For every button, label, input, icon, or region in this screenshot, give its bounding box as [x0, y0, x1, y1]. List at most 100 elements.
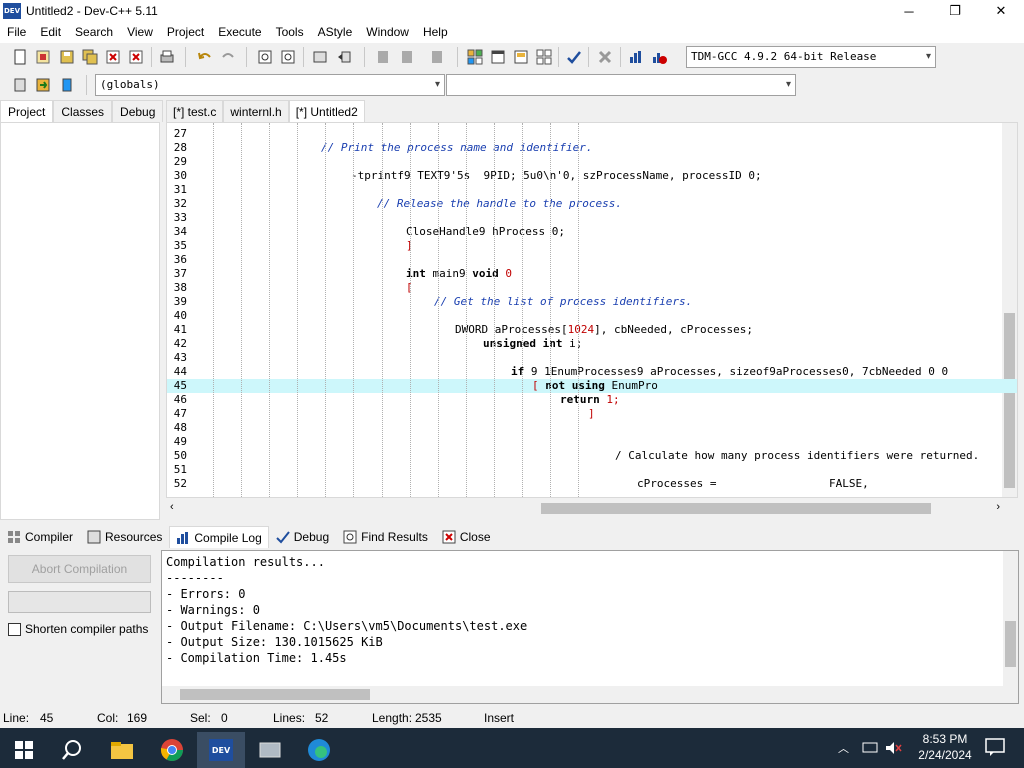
menu-view[interactable]: View	[120, 22, 160, 43]
check-syntax-icon[interactable]	[564, 47, 584, 67]
code-line[interactable]: 30 -tprintf9 TEXT9'5s 9PID; 5u0\n'0, szPr…	[167, 169, 1017, 183]
code-line[interactable]: 31	[167, 183, 1017, 197]
tab-winternl-h[interactable]: winternl.h	[223, 100, 289, 122]
close-file-icon[interactable]	[103, 47, 123, 67]
windows-start-icon[interactable]	[0, 732, 48, 768]
menu-project[interactable]: Project	[160, 22, 211, 43]
log-vertical-scrollbar[interactable]	[1003, 551, 1018, 687]
toggle-bookmark-icon[interactable]	[373, 47, 393, 67]
compile-log[interactable]: Compilation results... -------- - Errors…	[161, 550, 1019, 704]
code-line[interactable]: 49	[167, 435, 1017, 449]
code-line[interactable]: 32 // Release the handle to the process.	[167, 197, 1017, 211]
menu-window[interactable]: Window	[359, 22, 416, 43]
menu-file[interactable]: File	[0, 22, 33, 43]
window-icon[interactable]	[488, 47, 508, 67]
code-line[interactable]: 33	[167, 211, 1017, 225]
menu-execute[interactable]: Execute	[211, 22, 268, 43]
volume-muted-icon[interactable]	[885, 741, 903, 758]
goto-line-icon[interactable]	[427, 47, 447, 67]
insert-icon[interactable]	[10, 75, 30, 95]
redo-icon[interactable]	[218, 47, 238, 67]
code-line[interactable]: 41 DWORD aProcesses[1024], cbNeeded, cPro…	[167, 323, 1017, 337]
goto-icon[interactable]	[33, 75, 53, 95]
replace-icon[interactable]	[278, 47, 298, 67]
menu-help[interactable]: Help	[416, 22, 455, 43]
code-line[interactable]: 46 return 1;	[167, 393, 1017, 407]
tab-untitled2[interactable]: [*] Untitled2	[288, 100, 365, 122]
code-editor[interactable]: 27 28 // Print the process name and identi…	[166, 122, 1018, 498]
resource-icon[interactable]	[511, 47, 531, 67]
log-vertical-scroll-thumb[interactable]	[1005, 621, 1016, 667]
scope-select[interactable]: (globals) ▾	[95, 74, 445, 96]
tab-compiler[interactable]: Compiler	[0, 526, 80, 548]
maximize-button[interactable]: ❐	[932, 0, 978, 22]
abort-icon[interactable]	[595, 47, 615, 67]
code-line[interactable]: 28 // Print the process name and identifi…	[167, 141, 1017, 155]
tab-project[interactable]: Project	[0, 100, 54, 122]
search-icon[interactable]	[48, 732, 96, 768]
chrome-icon[interactable]	[148, 732, 196, 768]
unindent-icon[interactable]	[334, 47, 354, 67]
shorten-paths-checkbox[interactable]	[8, 622, 21, 636]
code-line[interactable]: 35]	[167, 239, 1017, 253]
close-all-icon[interactable]	[126, 47, 146, 67]
tab-debug-bottom[interactable]: Debug	[269, 526, 336, 548]
menu-astyle[interactable]: AStyle	[311, 22, 360, 43]
devcpp-taskbar-icon[interactable]: DEV	[197, 732, 245, 768]
tab-debug[interactable]: Debug	[112, 100, 164, 122]
log-horizontal-scroll-thumb[interactable]	[180, 689, 370, 700]
code-line[interactable]: 34 CloseHandle9 hProcess 0;	[167, 225, 1017, 239]
code-line[interactable]: 38[	[167, 281, 1017, 295]
tab-classes[interactable]: Classes	[53, 100, 113, 122]
project-new-icon[interactable]	[465, 47, 485, 67]
goto-bookmark-icon[interactable]	[397, 47, 417, 67]
editor-horizontal-scroll-thumb[interactable]	[541, 503, 931, 514]
code-line[interactable]: 42 unsigned int i;	[167, 337, 1017, 351]
shorten-paths-row[interactable]: Shorten compiler paths	[8, 622, 148, 636]
tab-compile-log[interactable]: Compile Log	[169, 526, 269, 548]
menu-tools[interactable]: Tools	[269, 22, 311, 43]
menu-edit[interactable]: Edit	[33, 22, 68, 43]
tray-chevron-icon[interactable]: ︿	[838, 740, 849, 756]
code-line[interactable]: 47]	[167, 407, 1017, 421]
delete-profile-icon[interactable]	[649, 47, 669, 67]
scroll-left-arrow-icon[interactable]: ‹	[170, 501, 174, 513]
code-line[interactable]: 51	[167, 463, 1017, 477]
code-line[interactable]: 43	[167, 351, 1017, 365]
minimize-button[interactable]: ─	[886, 0, 932, 22]
save-icon[interactable]	[57, 47, 77, 67]
editor-horizontal-scrollbar[interactable]: ‹ ›	[166, 500, 1004, 517]
code-line[interactable]: 44 if 9 1EnumProcesses9 aProcesses, sizeo…	[167, 365, 1017, 379]
code-line[interactable]: 27	[167, 127, 1017, 141]
print-icon[interactable]	[157, 47, 177, 67]
clock-time[interactable]: 8:53 PM	[910, 732, 980, 746]
close-window-button[interactable]: ✕	[978, 0, 1024, 22]
code-line[interactable]: 36	[167, 253, 1017, 267]
network-icon[interactable]	[862, 741, 878, 758]
menu-search[interactable]: Search	[68, 22, 120, 43]
code-line[interactable]: 48	[167, 421, 1017, 435]
code-line[interactable]: 39 // Get the list of process identifiers…	[167, 295, 1017, 309]
scroll-right-arrow-icon[interactable]: ›	[996, 501, 1000, 513]
new-file-icon[interactable]	[10, 47, 30, 67]
edge-icon[interactable]	[295, 732, 343, 768]
open-file-icon[interactable]	[33, 47, 53, 67]
save-all-icon[interactable]	[80, 47, 100, 67]
file-explorer-icon[interactable]	[98, 732, 146, 768]
current-code-line[interactable]: 45 [ not using EnumPro	[167, 379, 1017, 393]
control-panel-icon[interactable]	[246, 732, 294, 768]
abort-compilation-button[interactable]: Abort Compilation	[8, 555, 151, 583]
tab-close[interactable]: Close	[435, 526, 498, 548]
undo-icon[interactable]	[195, 47, 215, 67]
find-icon[interactable]	[255, 47, 275, 67]
code-line[interactable]: 40	[167, 309, 1017, 323]
class-browser-icon[interactable]	[534, 47, 554, 67]
toggle-comment-icon[interactable]	[57, 75, 77, 95]
profile-icon[interactable]	[626, 47, 646, 67]
tab-test-c[interactable]: [*] test.c	[166, 100, 224, 122]
indent-icon[interactable]	[310, 47, 330, 67]
code-line[interactable]: 52 cProcesses = FALSE,	[167, 477, 1017, 491]
clock-date[interactable]: 2/24/2024	[910, 748, 980, 762]
function-select[interactable]: ▾	[446, 74, 796, 96]
notification-icon[interactable]	[985, 738, 1005, 759]
